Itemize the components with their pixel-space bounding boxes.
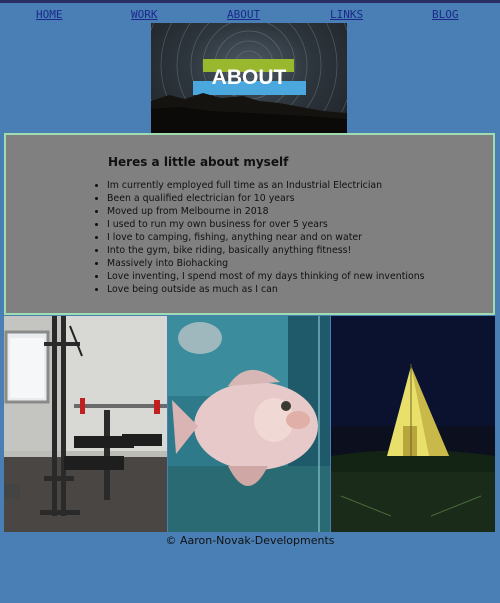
nav-link-about[interactable]: ABOUT (227, 8, 260, 21)
about-list: Im currently employed full time as an In… (107, 179, 425, 296)
footer-text: Aaron-Novak-Developments (179, 534, 335, 547)
list-item: Love being outside as much as I can (107, 283, 425, 296)
hero-graphic: ABOUT (151, 23, 347, 133)
fish-photo (168, 316, 330, 532)
nav-link-home[interactable]: HOME (36, 8, 63, 21)
about-title: Heres a little about myself (108, 155, 289, 169)
tent-photo (331, 316, 495, 532)
about-panel: Heres a little about myself Im currently… (4, 133, 495, 315)
top-border (0, 0, 500, 3)
site-footer: © Aaron-Novak-Developments (0, 534, 500, 547)
list-item: Massively into Biohacking (107, 257, 425, 270)
nav-link-links[interactable]: LINKS (330, 8, 363, 21)
list-item: I used to run my own business for over 5… (107, 218, 425, 231)
list-item: I love to camping, fishing, anything nea… (107, 231, 425, 244)
list-item: Moved up from Melbourne in 2018 (107, 205, 425, 218)
list-item: Im currently employed full time as an In… (107, 179, 425, 192)
main-nav: HOME WORK ABOUT LINKS BLOG (0, 8, 500, 24)
list-item: Been a qualified electrician for 10 year… (107, 192, 425, 205)
nav-link-work[interactable]: WORK (131, 8, 158, 21)
list-item: Love inventing, I spend most of my days … (107, 270, 425, 283)
about-hero-banner: ABOUT (151, 23, 347, 133)
copyright-symbol: © (165, 534, 177, 547)
gym-photo (4, 316, 167, 532)
nav-link-blog[interactable]: BLOG (432, 8, 459, 21)
hero-heading: ABOUT (212, 66, 287, 89)
list-item: Into the gym, bike riding, basically any… (107, 244, 425, 257)
